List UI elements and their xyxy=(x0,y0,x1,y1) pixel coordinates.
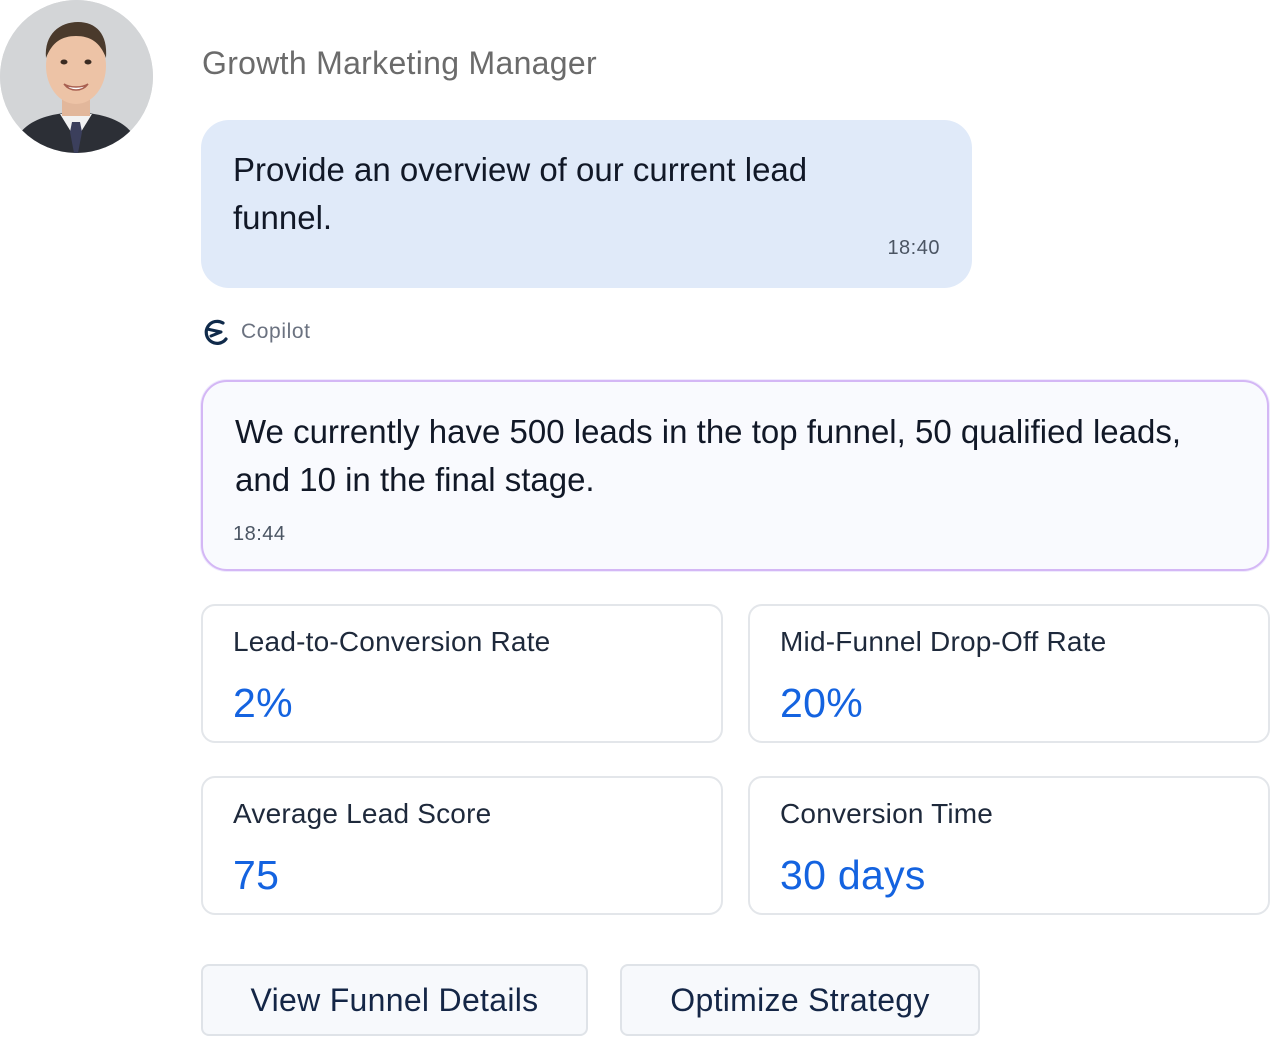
user-message-time: 18:40 xyxy=(887,237,940,259)
user-avatar xyxy=(0,0,153,153)
metric-label: Lead-to-Conversion Rate xyxy=(233,626,551,657)
copilot-logo-icon xyxy=(204,319,228,345)
user-message-bubble: Provide an overview of our current lead … xyxy=(201,120,972,288)
optimize-strategy-button[interactable]: Optimize Strategy xyxy=(620,964,980,1036)
metric-label: Conversion Time xyxy=(780,798,994,829)
assistant-label: Copilot xyxy=(201,316,311,348)
metric-label: Mid-Funnel Drop-Off Rate xyxy=(780,626,1107,657)
assistant-message-time: 18:44 xyxy=(233,523,286,545)
user-avatar-image xyxy=(0,0,153,153)
metric-value: 20% xyxy=(780,680,863,726)
view-funnel-details-button[interactable]: View Funnel Details xyxy=(201,964,588,1036)
metric-value: 75 xyxy=(233,852,280,898)
metric-value: 2% xyxy=(233,680,293,726)
metric-card-conversion-time: Conversion Time 30 days xyxy=(748,776,1270,915)
metric-value: 30 days xyxy=(780,852,926,898)
user-message-text: Provide an overview of our current lead … xyxy=(233,151,808,236)
metric-card-mid-funnel-drop-off: Mid-Funnel Drop-Off Rate 20% xyxy=(748,604,1270,743)
metric-label: Average Lead Score xyxy=(233,798,492,829)
assistant-name: Copilot xyxy=(241,320,311,343)
metric-card-average-lead-score: Average Lead Score 75 xyxy=(201,776,723,915)
assistant-message-text: We currently have 500 leads in the top f… xyxy=(235,413,1182,498)
assistant-message-bubble: We currently have 500 leads in the top f… xyxy=(201,380,1269,571)
user-role-title: Growth Marketing Manager xyxy=(202,45,597,81)
metric-card-lead-to-conversion: Lead-to-Conversion Rate 2% xyxy=(201,604,723,743)
